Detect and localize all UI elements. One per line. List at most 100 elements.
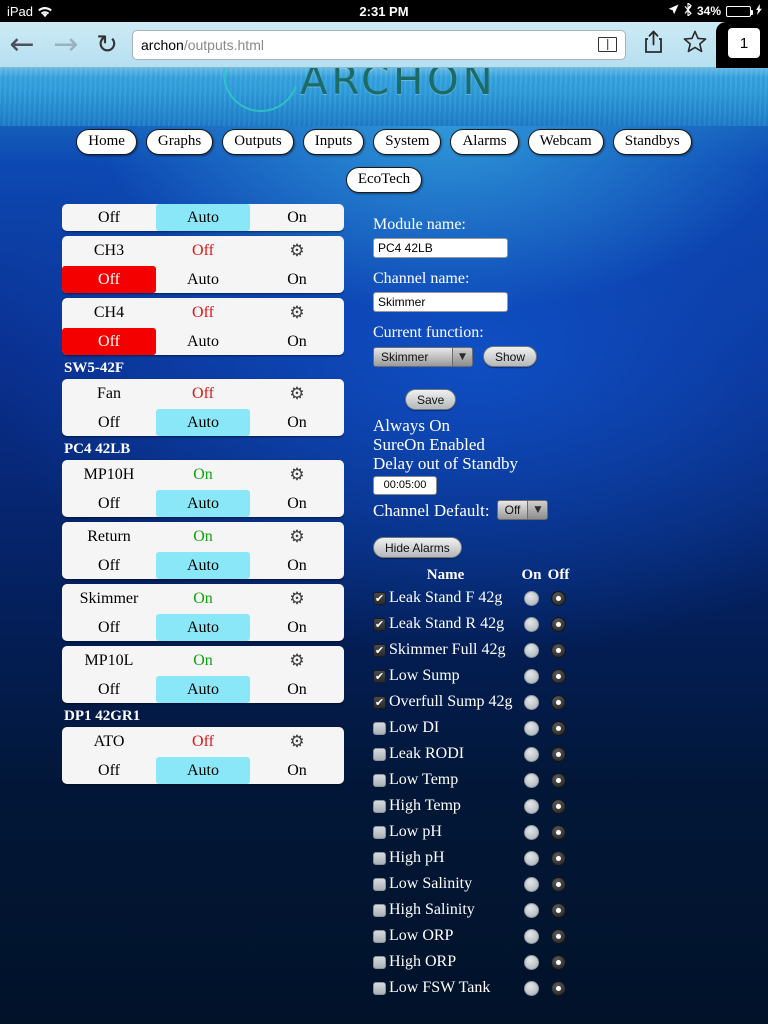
- save-button[interactable]: Save: [405, 389, 457, 410]
- reload-icon[interactable]: ↻: [88, 30, 126, 60]
- output-mode-off-button[interactable]: Off: [62, 204, 156, 231]
- gear-icon[interactable]: ⚙: [250, 589, 344, 609]
- share-icon[interactable]: [632, 30, 674, 60]
- output-mode-off-button[interactable]: Off: [62, 552, 156, 579]
- output-mode-on-button[interactable]: On: [250, 490, 344, 517]
- alarm-enable-checkbox[interactable]: ✔: [373, 877, 386, 891]
- alarm-off-radio[interactable]: [551, 720, 566, 736]
- output-mode-auto-button[interactable]: Auto: [156, 490, 250, 517]
- gear-icon[interactable]: ⚙: [250, 732, 344, 752]
- output-mode-off-button[interactable]: Off: [62, 676, 156, 703]
- alarm-on-radio[interactable]: [524, 824, 539, 840]
- alarm-on-radio[interactable]: [524, 590, 539, 606]
- show-button[interactable]: Show: [483, 346, 538, 367]
- gear-icon[interactable]: ⚙: [250, 527, 344, 547]
- alarm-enable-checkbox[interactable]: ✔: [373, 773, 386, 787]
- alarm-enable-checkbox[interactable]: ✔: [373, 929, 386, 943]
- alarm-on-radio[interactable]: [524, 876, 539, 892]
- alarm-off-radio[interactable]: [551, 876, 566, 892]
- alarm-off-radio[interactable]: [551, 694, 566, 710]
- output-mode-on-button[interactable]: On: [250, 328, 344, 355]
- alarm-off-radio[interactable]: [551, 980, 566, 996]
- bookmark-star-icon[interactable]: [674, 30, 716, 59]
- nav-item-alarms[interactable]: Alarms: [450, 129, 519, 156]
- alarm-on-radio[interactable]: [524, 642, 539, 658]
- output-mode-auto-button[interactable]: Auto: [156, 409, 250, 436]
- alarm-enable-checkbox[interactable]: ✔: [373, 981, 386, 995]
- output-mode-auto-button[interactable]: Auto: [156, 552, 250, 579]
- alarm-on-radio[interactable]: [524, 902, 539, 918]
- alarm-on-radio[interactable]: [524, 928, 539, 944]
- always-on-label[interactable]: Always On: [373, 416, 753, 435]
- alarm-enable-checkbox[interactable]: ✔: [373, 955, 386, 969]
- output-mode-on-button[interactable]: On: [250, 266, 344, 293]
- alarm-on-radio[interactable]: [524, 746, 539, 762]
- nav-item-graphs[interactable]: Graphs: [145, 129, 214, 156]
- alarm-off-radio[interactable]: [551, 954, 566, 970]
- delay-time-input[interactable]: 00:05:00: [373, 476, 437, 496]
- channel-name-input[interactable]: Skimmer: [373, 292, 508, 312]
- nav-item-system[interactable]: System: [373, 129, 442, 156]
- nav-item-ecotech[interactable]: EcoTech: [345, 167, 423, 194]
- alarm-on-radio[interactable]: [524, 980, 539, 996]
- alarm-off-radio[interactable]: [551, 850, 566, 866]
- alarm-enable-checkbox[interactable]: ✔: [373, 825, 386, 839]
- sureon-enabled-label[interactable]: SureOn Enabled: [373, 435, 753, 454]
- output-mode-off-button[interactable]: Off: [62, 614, 156, 641]
- alarm-off-radio[interactable]: [551, 590, 566, 606]
- gear-icon[interactable]: ⚙: [250, 241, 344, 261]
- channel-default-select[interactable]: Off ▼: [496, 500, 549, 521]
- output-mode-off-button[interactable]: Off: [62, 409, 156, 436]
- alarm-off-radio[interactable]: [551, 772, 566, 788]
- tab-count-badge[interactable]: 1: [728, 28, 760, 58]
- alarm-off-radio[interactable]: [551, 668, 566, 684]
- forward-arrow-icon[interactable]: →: [44, 29, 88, 60]
- nav-item-inputs[interactable]: Inputs: [302, 129, 365, 156]
- output-mode-off-button[interactable]: Off: [62, 757, 156, 784]
- gear-icon[interactable]: ⚙: [250, 384, 344, 404]
- alarm-on-radio[interactable]: [524, 850, 539, 866]
- alarm-on-radio[interactable]: [524, 954, 539, 970]
- alarm-enable-checkbox[interactable]: ✔: [373, 695, 386, 709]
- output-mode-off-button[interactable]: Off: [62, 266, 156, 293]
- module-name-input[interactable]: PC4 42LB: [373, 238, 508, 258]
- output-mode-on-button[interactable]: On: [250, 552, 344, 579]
- output-mode-on-button[interactable]: On: [250, 757, 344, 784]
- output-mode-auto-button[interactable]: Auto: [156, 328, 250, 355]
- alarm-enable-checkbox[interactable]: ✔: [373, 669, 386, 683]
- output-mode-off-button[interactable]: Off: [62, 328, 156, 355]
- alarm-enable-checkbox[interactable]: ✔: [373, 591, 386, 605]
- output-mode-on-button[interactable]: On: [250, 409, 344, 436]
- nav-item-webcam[interactable]: Webcam: [527, 129, 604, 156]
- alarm-off-radio[interactable]: [551, 928, 566, 944]
- alarm-off-radio[interactable]: [551, 902, 566, 918]
- alarm-on-radio[interactable]: [524, 798, 539, 814]
- gear-icon[interactable]: ⚙: [250, 303, 344, 323]
- nav-item-home[interactable]: Home: [76, 129, 137, 156]
- nav-item-standbys[interactable]: Standbys: [612, 129, 692, 156]
- output-mode-auto-button[interactable]: Auto: [156, 614, 250, 641]
- output-mode-on-button[interactable]: On: [250, 204, 344, 231]
- outputs-list[interactable]: Off Auto On CH3 Off ⚙ Off Auto On CH4 Off ⚙ Off Auto O…: [62, 204, 344, 863]
- alarm-off-radio[interactable]: [551, 824, 566, 840]
- alarm-enable-checkbox[interactable]: ✔: [373, 851, 386, 865]
- current-function-select[interactable]: Skimmer ▼: [373, 346, 473, 367]
- output-mode-auto-button[interactable]: Auto: [156, 204, 250, 231]
- alarm-off-radio[interactable]: [551, 798, 566, 814]
- output-mode-off-button[interactable]: Off: [62, 490, 156, 517]
- alarm-on-radio[interactable]: [524, 668, 539, 684]
- alarm-off-radio[interactable]: [551, 642, 566, 658]
- alarm-enable-checkbox[interactable]: ✔: [373, 747, 386, 761]
- output-mode-auto-button[interactable]: Auto: [156, 757, 250, 784]
- alarm-on-radio[interactable]: [524, 720, 539, 736]
- output-mode-auto-button[interactable]: Auto: [156, 676, 250, 703]
- alarm-enable-checkbox[interactable]: ✔: [373, 617, 386, 631]
- alarm-on-radio[interactable]: [524, 616, 539, 632]
- nav-item-outputs[interactable]: Outputs: [222, 129, 294, 156]
- alarm-on-radio[interactable]: [524, 772, 539, 788]
- gear-icon[interactable]: ⚙: [250, 651, 344, 671]
- alarm-enable-checkbox[interactable]: ✔: [373, 721, 386, 735]
- back-arrow-icon[interactable]: ←: [0, 29, 44, 60]
- reader-view-icon[interactable]: [598, 37, 617, 52]
- address-bar[interactable]: archon /outputs.html: [132, 29, 626, 60]
